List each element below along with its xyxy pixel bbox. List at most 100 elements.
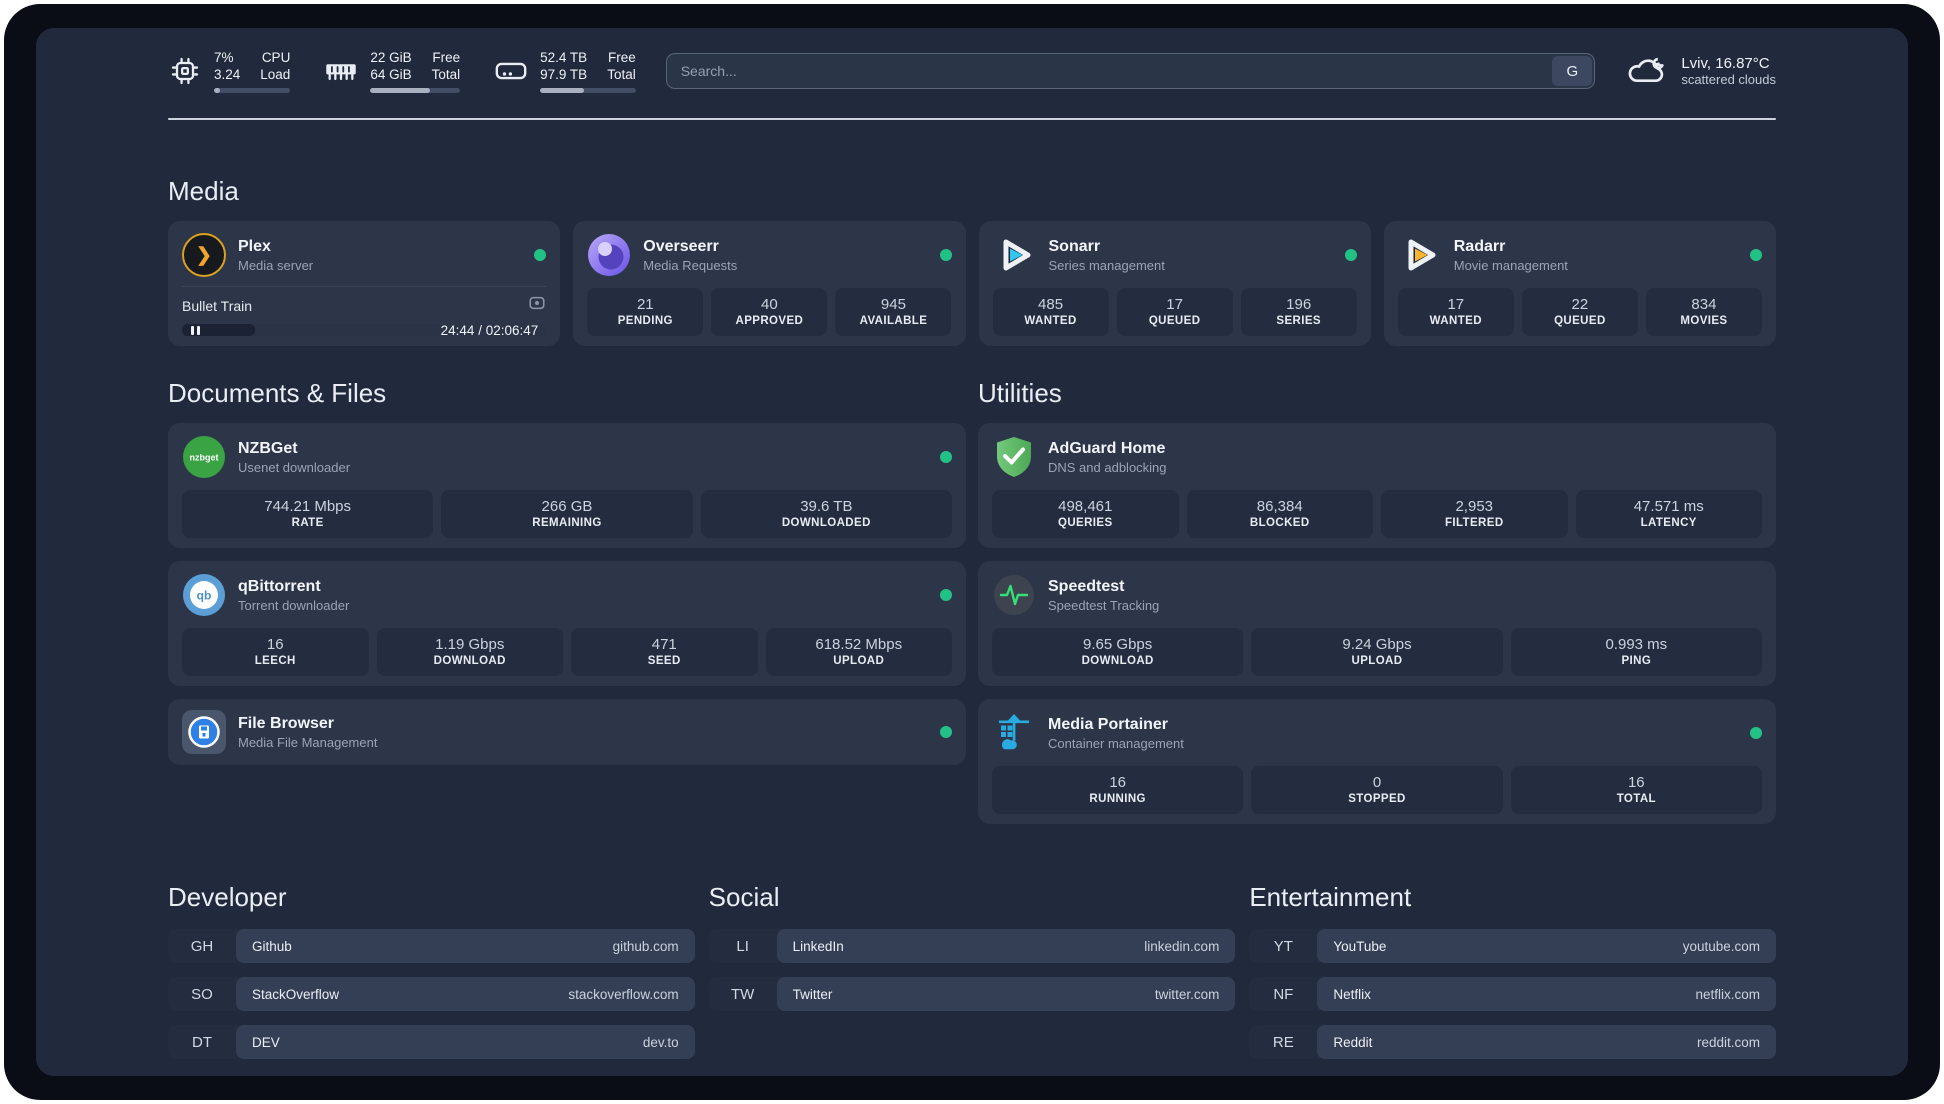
- service-subtitle: Container management: [1048, 735, 1184, 751]
- svg-text:nzbget: nzbget: [190, 453, 219, 463]
- pause-icon[interactable]: [191, 324, 200, 336]
- bookmark-stackoverflow[interactable]: SO StackOverflow stackoverflow.com: [168, 977, 695, 1011]
- disk-icon: [494, 54, 528, 88]
- section-heading-media: Media: [168, 176, 239, 206]
- system-stats: 7% 3.24 CPU Load 22 GiB 64 GiB Free Tota…: [168, 49, 636, 93]
- service-name: Radarr: [1453, 237, 1506, 255]
- disk-total-label: Total: [607, 67, 636, 82]
- bookmark-section-social: Social LI LinkedIn linkedin.com TW Twitte…: [708, 882, 1236, 1059]
- qbittorrent-icon: qb: [182, 573, 226, 617]
- svg-text:qb: qb: [197, 589, 212, 603]
- service-card-filebrowser[interactable]: File Browser Media File Management: [168, 699, 966, 765]
- stat-box: 945 AVAILABLE: [835, 288, 952, 336]
- status-dot: [940, 589, 952, 601]
- header: 7% 3.24 CPU Load 22 GiB 64 GiB Free Tota…: [168, 42, 1776, 100]
- weather-widget: Lviv, 16.87°C scattered clouds: [1625, 51, 1776, 92]
- bookmark-abbr: NF: [1273, 985, 1294, 1003]
- search-input[interactable]: [665, 53, 1596, 89]
- service-card-qbittorrent[interactable]: qb qBittorrent Torrent downloader 16 LEEC…: [168, 561, 966, 686]
- stat-box: 16 LEECH: [182, 628, 369, 676]
- playback-time: 24:44 / 02:06:47: [440, 324, 539, 336]
- service-subtitle: Usenet downloader: [238, 459, 351, 475]
- weather-location-temp: Lviv, 16.87°C: [1681, 55, 1770, 72]
- bookmark-reddit[interactable]: RE Reddit reddit.com: [1249, 1025, 1776, 1059]
- stat-box: 1.19 Gbps DOWNLOAD: [376, 628, 563, 676]
- stat-box: 9.24 Gbps UPLOAD: [1251, 628, 1503, 676]
- section-heading-entertainment: Entertainment: [1249, 882, 1412, 912]
- stat-box: 266 GB REMAINING: [441, 490, 693, 538]
- bookmark-abbr: SO: [191, 985, 213, 1003]
- stat-box: 47.571 ms LATENCY: [1575, 490, 1762, 538]
- status-dot: [1750, 727, 1762, 739]
- cpu-load: 3.24: [214, 67, 241, 82]
- status-dot: [940, 726, 952, 738]
- bookmark-netflix[interactable]: NF Netflix netflix.com: [1249, 977, 1776, 1011]
- service-name: Plex: [238, 237, 271, 255]
- stat-box: 744.21 Mbps RATE: [182, 490, 434, 538]
- stat-box: 16 TOTAL: [1510, 766, 1762, 814]
- header-divider: [168, 118, 1776, 120]
- bookmark-youtube[interactable]: YT YouTube youtube.com: [1249, 929, 1776, 963]
- weather-condition: scattered clouds: [1681, 72, 1776, 87]
- stat-box: 22 QUEUED: [1521, 288, 1638, 336]
- service-card-overseerr[interactable]: Overseerr Media Requests 21 PENDING 40 APP…: [573, 221, 966, 346]
- cast-icon[interactable]: [528, 294, 546, 317]
- service-subtitle: DNS and adblocking: [1048, 459, 1167, 475]
- service-card-adguard[interactable]: AdGuard Home DNS and adblocking 498,461 Q…: [978, 423, 1776, 548]
- playback-progressbar[interactable]: 24:44 / 02:06:47: [182, 324, 547, 336]
- bookmark-github[interactable]: GH Github github.com: [168, 929, 695, 963]
- now-playing-title: Bullet Train: [182, 297, 253, 314]
- section-heading-utilities: Utilities: [978, 378, 1062, 408]
- stat-box: 0.993 ms PING: [1510, 628, 1762, 676]
- bookmark-section-developer: Developer GH Github github.com SO StackOv…: [168, 882, 695, 1059]
- disk-progressbar: [540, 88, 636, 93]
- status-dot: [1344, 249, 1357, 261]
- bookmark-twitter[interactable]: TW Twitter twitter.com: [708, 977, 1236, 1011]
- service-name: AdGuard Home: [1048, 439, 1166, 457]
- cpu-icon: [168, 54, 202, 88]
- section-heading-developer: Developer: [168, 882, 287, 912]
- disk-free-label: Free: [607, 50, 636, 65]
- disk-stat: 52.4 TB 97.9 TB Free Total: [494, 49, 636, 93]
- service-card-sonarr[interactable]: Sonarr Series management 485 WANTED 17 QUE…: [978, 221, 1371, 346]
- stat-box: 2,953 FILTERED: [1381, 490, 1568, 538]
- plex-icon: ❯: [182, 233, 226, 277]
- sonarr-icon: [993, 233, 1037, 277]
- service-subtitle: Speedtest Tracking: [1048, 597, 1160, 613]
- disk-total: 97.9 TB: [540, 67, 588, 82]
- service-name: NZBGet: [238, 439, 298, 457]
- service-name: qBittorrent: [238, 577, 321, 595]
- bookmark-abbr: TW: [730, 985, 755, 1003]
- bookmark-linkedin[interactable]: LI LinkedIn linkedin.com: [708, 929, 1236, 963]
- stat-box: 834 MOVIES: [1645, 288, 1762, 336]
- service-card-speedtest[interactable]: Speedtest Speedtest Tracking 9.65 Gbps DO…: [978, 561, 1776, 686]
- cpu-load-label: Load: [260, 67, 291, 82]
- ram-free-label: Free: [432, 50, 461, 65]
- search-bar: G: [665, 53, 1596, 89]
- stat-box: 196 SERIES: [1240, 288, 1357, 336]
- stat-box: 16 RUNNING: [992, 766, 1244, 814]
- bookmark-section-entertainment: Entertainment YT YouTube youtube.com NF N…: [1249, 882, 1776, 1059]
- service-name: Speedtest: [1048, 577, 1125, 595]
- service-card-portainer[interactable]: Media Portainer Container management 16 R…: [978, 699, 1776, 824]
- service-subtitle: Torrent downloader: [238, 597, 350, 613]
- search-engine-button[interactable]: G: [1552, 56, 1593, 86]
- bookmark-abbr: YT: [1273, 937, 1293, 955]
- ram-icon: [324, 54, 358, 88]
- stat-box: 21 PENDING: [587, 288, 704, 336]
- stat-box: 9.65 Gbps DOWNLOAD: [992, 628, 1244, 676]
- service-card-radarr[interactable]: Radarr Movie management 17 WANTED 22 QUEUE…: [1383, 221, 1776, 346]
- service-name: Media Portainer: [1048, 715, 1169, 733]
- bookmark-dev[interactable]: DT DEV dev.to: [168, 1025, 695, 1059]
- service-card-plex[interactable]: ❯ Plex Media server Bullet Train 24:44 /…: [168, 221, 561, 346]
- ram-total: 64 GiB: [370, 67, 412, 82]
- ram-free: 22 GiB: [370, 50, 412, 65]
- service-card-nzbget[interactable]: nzbget NZBGet Usenet downloader 744.21 M…: [168, 423, 966, 548]
- adguard-icon: [992, 435, 1036, 479]
- media-grid: ❯ Plex Media server Bullet Train 24:44 /…: [168, 221, 1776, 346]
- bookmark-abbr: GH: [190, 937, 214, 955]
- speedtest-icon: [992, 573, 1036, 617]
- portainer-icon: [992, 711, 1036, 755]
- overseerr-icon: [587, 233, 631, 277]
- stat-box: 40 APPROVED: [711, 288, 828, 336]
